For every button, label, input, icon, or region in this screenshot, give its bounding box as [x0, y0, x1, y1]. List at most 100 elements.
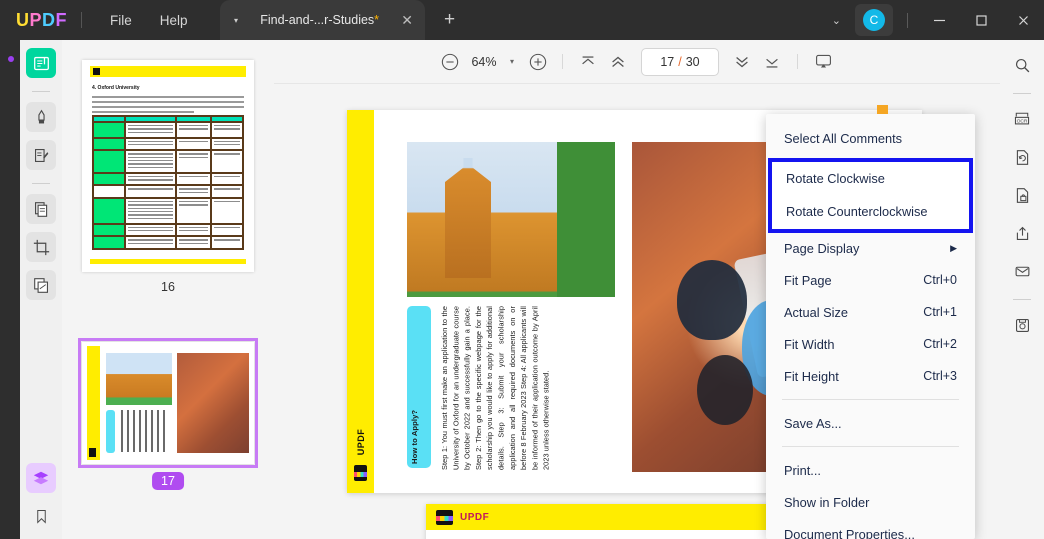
chevron-right-icon: ▶ — [950, 242, 957, 253]
menu-item-shortcut: Ctrl+2 — [923, 337, 957, 351]
menu-save-as[interactable]: Save As... — [766, 407, 975, 439]
thumbnail-page-17[interactable]: 17 — [78, 338, 258, 490]
menu-item-label: Fit Page — [784, 272, 832, 288]
menu-fit-height[interactable]: Fit Height Ctrl+3 — [766, 360, 975, 392]
window-controls: ⌄ C — [818, 0, 1044, 40]
zoom-out-button[interactable] — [436, 48, 464, 76]
tab-title: Find-and-...r-Studies* — [238, 13, 401, 27]
toolbar-divider-2 — [797, 54, 798, 69]
menu-item-label: Show in Folder — [784, 494, 870, 510]
rail-divider-1 — [32, 91, 50, 92]
tab-title-text: Find-and-...r-Studies — [260, 13, 375, 27]
sidebar-bookmarks[interactable] — [26, 501, 56, 531]
zoom-in-button[interactable] — [524, 48, 552, 76]
zoom-dropdown-icon[interactable]: ▾ — [510, 57, 514, 66]
menu-page-display[interactable]: Page Display ▶ — [766, 232, 975, 264]
previous-page-button[interactable] — [603, 48, 633, 76]
page-separator: / — [678, 54, 682, 69]
window-control-divider — [907, 12, 908, 28]
photo-person-shape-3 — [697, 355, 753, 425]
menu-select-all-comments[interactable]: Select All Comments — [766, 122, 975, 154]
document-tab[interactable]: ▾ Find-and-...r-Studies* ✕ — [220, 0, 425, 40]
menu-rotate-clockwise[interactable]: Rotate Clockwise — [772, 162, 969, 195]
logo-letter-d: D — [42, 9, 56, 30]
menu-item-label: Rotate Clockwise — [786, 171, 885, 186]
menu-item-label: Page Display — [784, 240, 860, 256]
maximize-button[interactable] — [960, 0, 1002, 40]
page-18-brand-text: UPDF — [460, 511, 490, 523]
convert-document-icon[interactable] — [1007, 142, 1037, 172]
chevron-down-icon[interactable]: ⌄ — [818, 14, 855, 27]
menu-rotate-counterclockwise[interactable]: Rotate Counterclockwise — [772, 195, 969, 228]
account-button[interactable]: C — [855, 4, 893, 36]
updf-logo: UPDF — [16, 10, 67, 31]
thumbnail-page-16[interactable]: 4. Oxford University 16 — [82, 60, 254, 294]
protect-document-icon[interactable] — [1007, 180, 1037, 210]
email-icon[interactable] — [1007, 256, 1037, 286]
save-icon[interactable] — [1007, 310, 1037, 340]
next-page-button[interactable] — [727, 48, 757, 76]
rotate-options-highlight: Rotate Clockwise Rotate Counterclockwise — [768, 158, 973, 233]
sidebar-page-thumbnails[interactable] — [26, 463, 56, 493]
menu-help[interactable]: Help — [146, 7, 202, 34]
menu-file[interactable]: File — [96, 7, 146, 34]
menu-document-properties[interactable]: Document Properties... — [766, 518, 975, 539]
menu-actual-size[interactable]: Actual Size Ctrl+1 — [766, 296, 975, 328]
menu-item-label: Fit Height — [784, 368, 839, 384]
thumbnail-page-number: 16 — [161, 280, 175, 294]
menu-item-label: Fit Width — [784, 336, 835, 352]
svg-text:OCR: OCR — [1017, 119, 1028, 125]
view-toolbar: 64% ▾ 17 / 30 — [274, 40, 1000, 84]
sidebar-organize-pages[interactable] — [26, 270, 56, 300]
sidebar-edit-pdf[interactable] — [26, 140, 56, 170]
zoom-level-label[interactable]: 64% — [464, 55, 504, 69]
menu-item-label: Actual Size — [784, 304, 849, 320]
menu-item-shortcut: Ctrl+0 — [923, 273, 957, 287]
menu-print[interactable]: Print... — [766, 454, 975, 486]
sidebar-annotate-highlighter[interactable] — [26, 102, 56, 132]
close-button[interactable] — [1002, 0, 1044, 40]
logo-letter-p: P — [29, 9, 43, 30]
context-menu-anchor-marker — [877, 105, 888, 114]
first-page-button[interactable] — [573, 48, 603, 76]
right-rail-divider-1 — [1013, 93, 1031, 94]
sidebar-reader[interactable] — [26, 48, 56, 78]
total-pages-value: 30 — [685, 54, 700, 69]
menu-item-label: Rotate Counterclockwise — [786, 204, 928, 219]
thumbnail-panel[interactable]: 4. Oxford University 16 17 — [62, 40, 274, 539]
title-bar: UPDF File Help ▾ Find-and-...r-Studies* … — [0, 0, 1044, 40]
share-icon[interactable] — [1007, 218, 1037, 248]
thumbnail-page-16-preview: 4. Oxford University — [82, 60, 254, 272]
close-tab-icon[interactable]: ✕ — [401, 12, 413, 29]
page-strip-brand: UPDF — [356, 428, 366, 456]
tab-modified-marker: * — [374, 13, 380, 27]
last-page-button[interactable] — [757, 48, 787, 76]
updf-watermark-icon — [436, 509, 453, 525]
status-dot — [8, 56, 14, 62]
new-tab-icon[interactable]: + — [444, 9, 455, 31]
thumbnail-page-17-preview — [78, 338, 258, 468]
sidebar-convert-pdf[interactable] — [26, 194, 56, 224]
menu-item-shortcut: Ctrl+1 — [923, 305, 957, 319]
menu-item-label: Print... — [784, 462, 821, 478]
menu-fit-width[interactable]: Fit Width Ctrl+2 — [766, 328, 975, 360]
photo-person-shape-1 — [677, 260, 747, 340]
page-body-text: Step 1: You must first make an applicati… — [440, 306, 551, 470]
ocr-icon[interactable]: OCR — [1007, 104, 1037, 134]
page-number-input[interactable]: 17 / 30 — [641, 47, 719, 76]
sidebar-crop-page[interactable] — [26, 232, 56, 262]
left-toolbar — [20, 40, 62, 539]
page-strip-logo-icon — [354, 465, 367, 481]
menu-show-in-folder[interactable]: Show in Folder — [766, 486, 975, 518]
search-icon[interactable] — [1007, 50, 1037, 80]
logo-letter-u: U — [16, 9, 30, 30]
menu-item-label: Select All Comments — [784, 130, 903, 146]
presentation-mode-button[interactable] — [808, 48, 838, 76]
context-menu-divider-1 — [782, 399, 959, 400]
minimize-button[interactable] — [918, 0, 960, 40]
title-divider — [81, 12, 83, 28]
menu-fit-page[interactable]: Fit Page Ctrl+0 — [766, 264, 975, 296]
menu-item-label: Document Properties... — [784, 526, 915, 539]
avatar: C — [863, 9, 885, 31]
toolbar-divider-1 — [562, 54, 563, 69]
